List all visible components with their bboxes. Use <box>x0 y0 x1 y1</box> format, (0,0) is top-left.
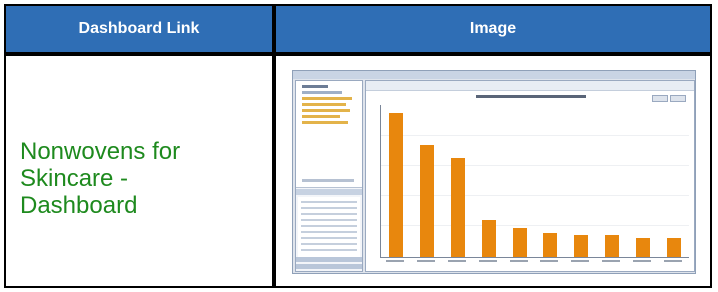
thumbnail-bar <box>543 232 558 257</box>
dashboard-table: Dashboard Link Image Nonwovens for Skinc… <box>4 4 712 288</box>
thumbnail-bar <box>451 157 465 257</box>
thumbnail-bar-chart <box>380 105 689 258</box>
table-cell-link: Nonwovens for Skincare - Dashboard <box>6 56 272 286</box>
thumbnail-x-label <box>571 260 590 262</box>
column-header-image: Image <box>276 6 710 52</box>
thumbnail-bar <box>605 235 619 257</box>
thumbnail-x-label <box>386 260 405 262</box>
thumbnail-bar <box>574 235 589 257</box>
thumbnail-x-label <box>478 260 497 262</box>
thumbnail-bar <box>389 113 404 257</box>
thumbnail-x-label <box>540 260 559 262</box>
thumbnail-bar <box>635 238 650 257</box>
dashboard-screenshot-thumbnail <box>292 70 696 274</box>
thumbnail-x-label <box>602 260 620 262</box>
thumbnail-x-label <box>663 260 682 262</box>
dashboard-link[interactable]: Nonwovens for Skincare - Dashboard <box>20 138 180 219</box>
thumbnail-bar <box>512 228 527 257</box>
thumbnail-bar <box>420 144 435 257</box>
thumbnail-x-label <box>509 260 528 262</box>
thumbnail-x-label <box>632 260 651 262</box>
thumbnail-sidebar <box>295 80 363 272</box>
table-cell-image <box>276 56 710 286</box>
thumbnail-bar <box>666 238 681 257</box>
column-header-dashboard-link: Dashboard Link <box>6 6 272 52</box>
thumbnail-x-label <box>417 260 436 262</box>
thumbnail-x-label <box>448 260 466 262</box>
thumbnail-bar <box>481 219 496 257</box>
thumbnail-chart-panel <box>365 80 695 272</box>
thumbnail-titlebar <box>293 71 695 79</box>
